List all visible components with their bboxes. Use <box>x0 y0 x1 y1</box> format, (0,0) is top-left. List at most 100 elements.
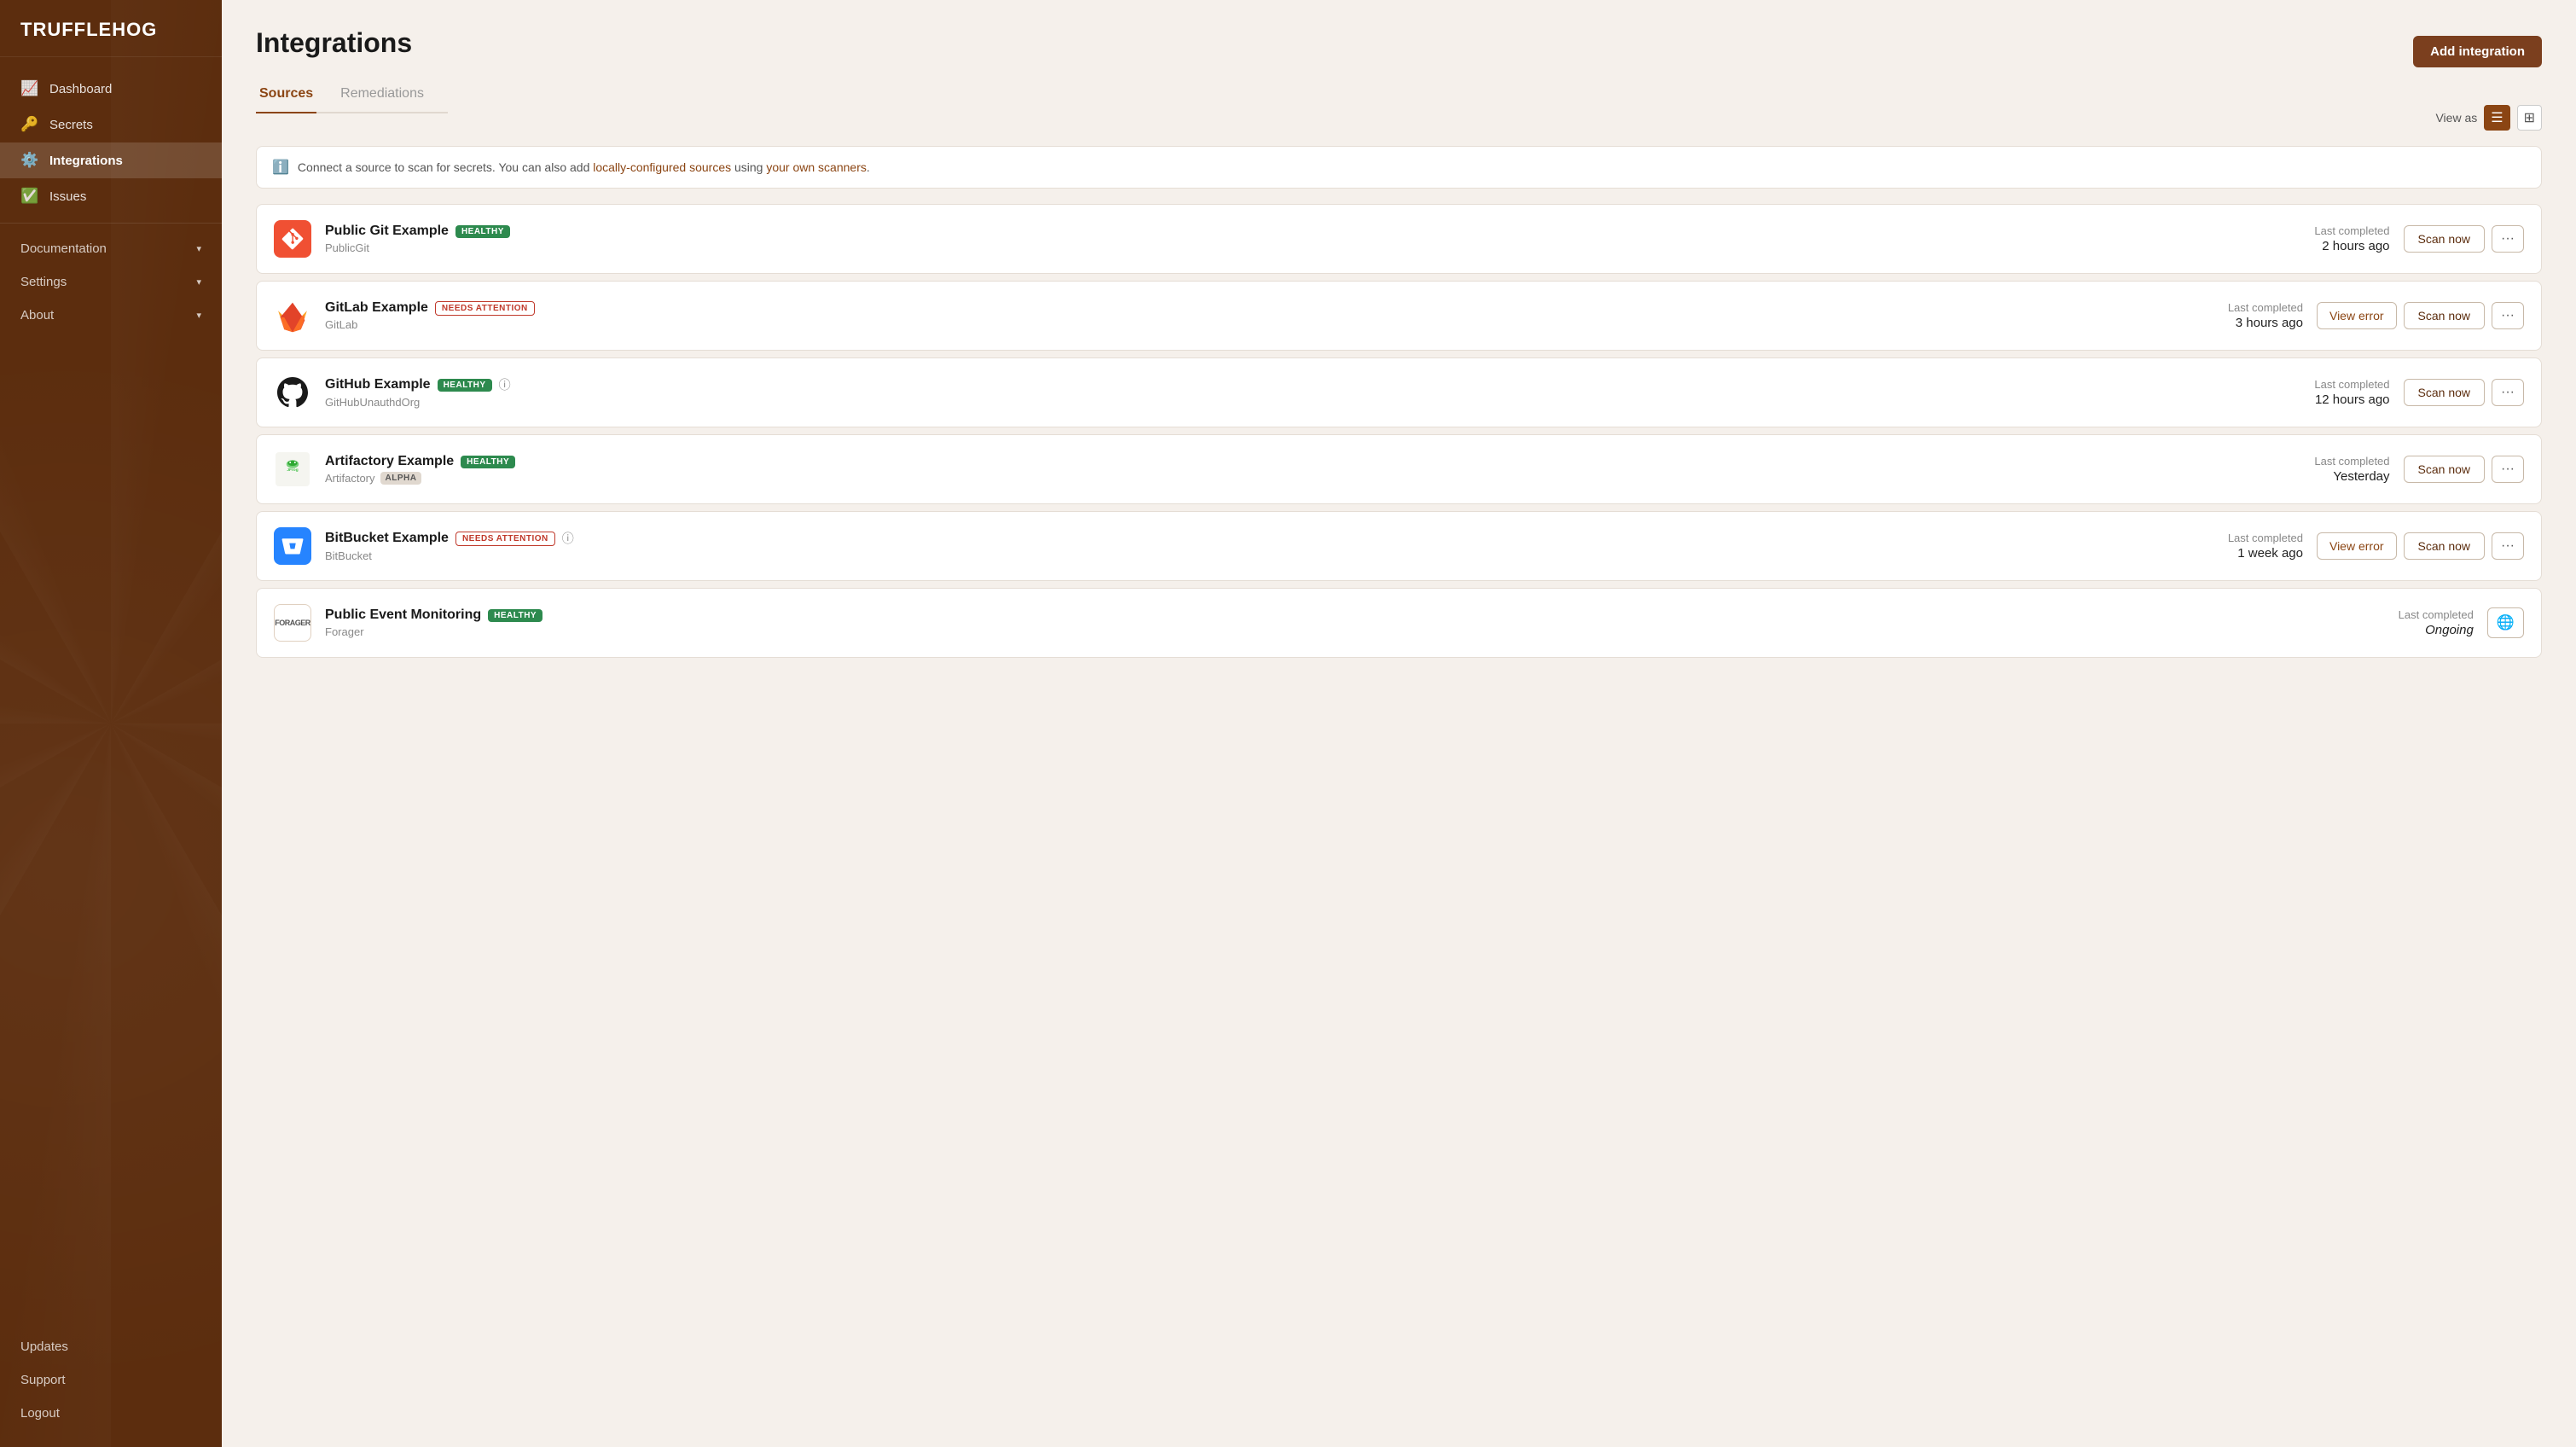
chevron-down-icon: ▾ <box>196 243 201 254</box>
tabs: Sources Remediations <box>256 76 448 113</box>
view-error-button[interactable]: View error <box>2317 302 2397 329</box>
more-options-button[interactable]: ··· <box>2492 225 2524 253</box>
sidebar-item-support[interactable]: Support <box>0 1363 222 1397</box>
status-badge: HEALTHY <box>455 225 510 238</box>
last-completed: Last completed Yesterday <box>2254 455 2390 484</box>
integration-name-row: Artifactory Example HEALTHY <box>325 454 2240 469</box>
sidebar-item-label: Updates <box>20 1339 68 1354</box>
last-completed: Last completed 12 hours ago <box>2254 378 2390 407</box>
integration-name: GitHub Example <box>325 377 431 392</box>
last-completed-label: Last completed <box>2254 455 2390 468</box>
integration-name: GitLab Example <box>325 300 428 316</box>
scan-now-button[interactable]: Scan now <box>2404 379 2485 406</box>
integration-name: Public Event Monitoring <box>325 607 481 623</box>
sidebar-item-label: Integrations <box>49 154 123 168</box>
info-banner: ℹ️ Connect a source to scan for secrets.… <box>256 146 2542 189</box>
sidebar-item-label: Settings <box>20 275 67 289</box>
sidebar-bottom: Updates Support Logout <box>0 1323 222 1447</box>
tab-remediations[interactable]: Remediations <box>337 76 427 113</box>
row-actions: View error Scan now ··· <box>2317 302 2524 329</box>
your-own-scanners-link[interactable]: your own scanners <box>766 160 867 174</box>
last-completed-value: Yesterday <box>2254 469 2390 484</box>
sidebar: TRUFFLEHOG 📈 Dashboard 🔑 Secrets ⚙️ Inte… <box>0 0 222 1447</box>
dashboard-icon: 📈 <box>20 80 39 97</box>
row-actions: 🌐 <box>2487 607 2524 638</box>
info-banner-text: Connect a source to scan for secrets. Yo… <box>298 160 870 174</box>
last-completed: Last completed 2 hours ago <box>2254 224 2390 253</box>
integration-row: GitHub Example HEALTHY ⓘ GitHubUnauthdOr… <box>256 357 2542 427</box>
info-circle-icon[interactable]: ⓘ <box>562 530 574 547</box>
integration-type: Forager <box>325 625 2324 638</box>
sidebar-item-issues[interactable]: ✅ Issues <box>0 178 222 214</box>
sidebar-item-dashboard[interactable]: 📈 Dashboard <box>0 71 222 107</box>
status-badge: NEEDS ATTENTION <box>455 532 555 546</box>
info-icon: ℹ️ <box>272 159 289 176</box>
integration-row: FORAGER Public Event Monitoring HEALTHY … <box>256 588 2542 658</box>
info-circle-icon[interactable]: ⓘ <box>499 376 511 393</box>
main-content: Integrations Add integration Sources Rem… <box>222 0 2576 1447</box>
more-options-button[interactable]: ··· <box>2492 456 2524 483</box>
view-error-button[interactable]: View error <box>2317 532 2397 560</box>
last-completed-label: Last completed <box>2254 378 2390 391</box>
sidebar-item-secrets[interactable]: 🔑 Secrets <box>0 107 222 142</box>
view-controls: View as ☰ ⊞ <box>2435 105 2542 131</box>
last-completed-value: 2 hours ago <box>2254 239 2390 253</box>
integration-logo <box>274 220 311 258</box>
more-options-button[interactable]: ··· <box>2492 532 2524 560</box>
sidebar-item-integrations[interactable]: ⚙️ Integrations <box>0 142 222 178</box>
integration-type: PublicGit <box>325 241 2240 254</box>
page-title: Integrations <box>256 27 412 59</box>
status-badge: HEALTHY <box>488 609 542 622</box>
integration-name-row: Public Event Monitoring HEALTHY <box>325 607 2324 623</box>
status-badge: NEEDS ATTENTION <box>435 301 535 316</box>
sidebar-item-about[interactable]: About ▾ <box>0 299 222 332</box>
row-actions: Scan now ··· <box>2404 225 2524 253</box>
nav-divider <box>0 223 222 224</box>
last-completed-value: 3 hours ago <box>2167 316 2303 330</box>
last-completed-label: Last completed <box>2337 608 2474 621</box>
last-completed: Last completed Ongoing <box>2337 608 2474 637</box>
integrations-list: Public Git Example HEALTHY PublicGit Las… <box>256 204 2542 663</box>
scan-now-button[interactable]: Scan now <box>2404 456 2485 483</box>
chevron-down-icon: ▾ <box>196 276 201 288</box>
integration-name-row: BitBucket Example NEEDS ATTENTION ⓘ <box>325 530 2153 547</box>
integration-row: BitBucket Example NEEDS ATTENTION ⓘ BitB… <box>256 511 2542 581</box>
integration-logo: JFrog <box>274 450 311 488</box>
more-options-button[interactable]: ··· <box>2492 302 2524 329</box>
issues-icon: ✅ <box>20 188 39 205</box>
integration-info: Public Git Example HEALTHY PublicGit <box>325 224 2240 254</box>
scan-now-button[interactable]: Scan now <box>2404 302 2485 329</box>
last-completed-value: 1 week ago <box>2167 546 2303 561</box>
last-completed: Last completed 3 hours ago <box>2167 301 2303 330</box>
locally-configured-sources-link[interactable]: locally-configured sources <box>593 160 731 174</box>
more-options-button[interactable]: ··· <box>2492 379 2524 406</box>
last-completed-label: Last completed <box>2254 224 2390 237</box>
last-completed-value: 12 hours ago <box>2254 392 2390 407</box>
sidebar-item-label: Logout <box>20 1406 60 1421</box>
integration-info: GitLab Example NEEDS ATTENTION GitLab <box>325 300 2153 331</box>
scan-now-button[interactable]: Scan now <box>2404 532 2485 560</box>
tab-sources[interactable]: Sources <box>256 76 316 113</box>
sidebar-item-label: About <box>20 308 54 323</box>
grid-view-button[interactable]: ⊞ <box>2517 105 2542 131</box>
add-integration-button[interactable]: Add integration <box>2413 36 2542 67</box>
page-header: Integrations Add integration <box>256 27 2542 76</box>
sidebar-item-documentation[interactable]: Documentation ▾ <box>0 232 222 265</box>
sidebar-item-logout[interactable]: Logout <box>0 1397 222 1430</box>
globe-button[interactable]: 🌐 <box>2487 607 2524 638</box>
status-badge: HEALTHY <box>438 379 492 392</box>
integration-type: GitHubUnauthdOrg <box>325 396 2240 409</box>
svg-text:JFrog: JFrog <box>287 468 298 473</box>
integration-name-row: Public Git Example HEALTHY <box>325 224 2240 239</box>
row-actions: View error Scan now ··· <box>2317 532 2524 560</box>
view-as-label: View as <box>2435 111 2477 125</box>
integration-row: JFrog Artifactory Example HEALTHY Artifa… <box>256 434 2542 504</box>
app-logo: TRUFFLEHOG <box>0 0 222 57</box>
sidebar-item-settings[interactable]: Settings ▾ <box>0 265 222 299</box>
integration-type: GitLab <box>325 318 2153 331</box>
scan-now-button[interactable]: Scan now <box>2404 225 2485 253</box>
integration-info: BitBucket Example NEEDS ATTENTION ⓘ BitB… <box>325 530 2153 562</box>
status-badge: HEALTHY <box>461 456 515 468</box>
list-view-button[interactable]: ☰ <box>2484 105 2509 131</box>
sidebar-item-updates[interactable]: Updates <box>0 1330 222 1363</box>
